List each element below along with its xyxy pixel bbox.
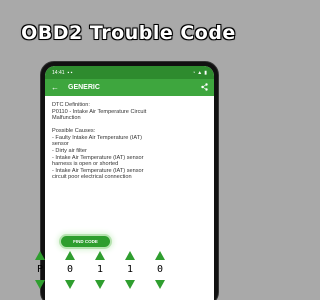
cause-line: sensor	[52, 141, 69, 148]
code-column: 1	[120, 251, 140, 289]
definition-label: DTC Definition:	[52, 102, 90, 108]
triangle-down-icon[interactable]	[95, 280, 105, 289]
code-column: P	[30, 251, 50, 289]
arrow-back-icon[interactable]: ←	[51, 83, 59, 92]
triangle-up-icon[interactable]	[65, 251, 75, 260]
wifi-icon: ◔	[192, 69, 196, 76]
app-banner-title: OBD2 Trouble Code	[21, 22, 236, 44]
code-column: 0	[150, 251, 170, 289]
signal-icon: ▲	[197, 69, 203, 76]
definition-line: P0110 - Intake Air Temperature Circuit	[52, 108, 147, 115]
triangle-down-icon[interactable]	[35, 280, 45, 289]
code-digit: P	[36, 264, 44, 275]
cause-line: - Intake Air Temperature (IAT) sensor	[52, 154, 144, 161]
triangle-up-icon[interactable]	[155, 251, 165, 260]
causes-label: Possible Causes:	[52, 128, 96, 135]
triangle-up-icon[interactable]	[95, 251, 105, 260]
definition-line: Malfunction	[52, 115, 81, 122]
code-column: 0	[60, 251, 80, 289]
triangle-up-icon[interactable]	[125, 251, 135, 260]
share-icon[interactable]	[201, 82, 208, 93]
triangle-down-icon[interactable]	[65, 280, 75, 289]
cause-line: - Faulty Intake Air Temperature (IAT)	[52, 134, 142, 141]
dtc-content: DTC Definition: P0110 - Intake Air Tempe…	[45, 96, 214, 181]
code-selector: P 0 1 1 0	[30, 251, 170, 300]
cause-line: circuit poor electrical connection	[52, 174, 132, 181]
code-column: 1	[90, 251, 110, 289]
status-time: 14:41	[52, 69, 65, 76]
cause-line: harness is open or shorted	[52, 161, 119, 168]
code-digit: 1	[96, 264, 104, 275]
cause-line: - Dirty air filter	[52, 148, 87, 155]
notification-icon: ▪ ▪	[67, 69, 73, 76]
app-bar: ← GENERIC	[45, 79, 214, 96]
triangle-up-icon[interactable]	[35, 251, 45, 260]
page-title: GENERIC	[68, 84, 100, 91]
code-digit: 1	[126, 264, 134, 275]
causes-block: Possible Causes: - Faulty Intake Air Tem…	[52, 128, 207, 181]
code-digit: 0	[156, 264, 164, 275]
triangle-down-icon[interactable]	[125, 280, 135, 289]
code-digit: 0	[66, 264, 74, 275]
definition-block: DTC Definition: P0110 - Intake Air Tempe…	[52, 102, 207, 122]
cause-line: - Intake Air Temperature (IAT) sensor	[52, 167, 144, 174]
battery-icon: ▮	[204, 69, 207, 76]
triangle-down-icon[interactable]	[155, 280, 165, 289]
find-code-button[interactable]: FIND CODE	[61, 236, 110, 247]
status-bar: 14:41 ▪ ▪ ◔ ▲ ▮	[45, 66, 214, 79]
